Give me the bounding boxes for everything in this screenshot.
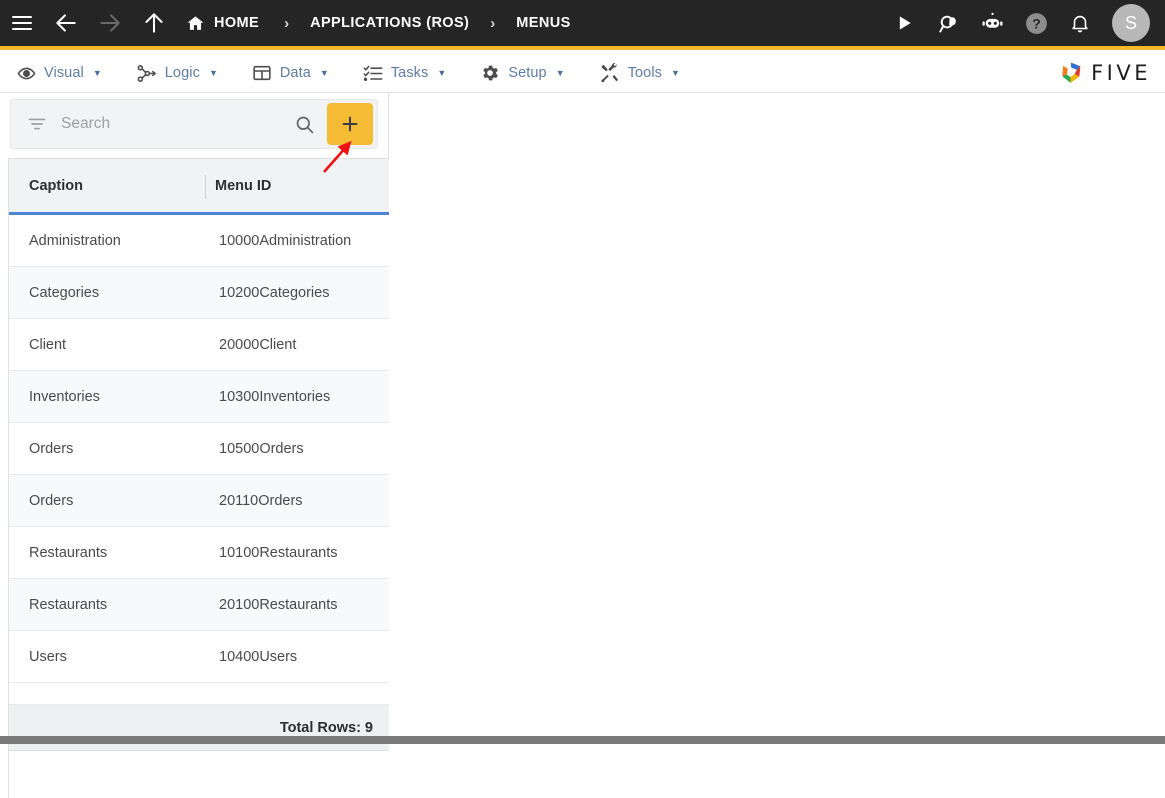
forward-arrow-icon[interactable] — [88, 0, 132, 48]
menus-table: Caption Menu ID Administration10000Admin… — [8, 158, 389, 798]
cell-caption: Client — [9, 337, 219, 353]
table-row[interactable]: Administration10000Administration — [9, 215, 389, 267]
cell-menu-id: 20000Client — [219, 337, 296, 353]
menus-list-panel: Caption Menu ID Administration10000Admin… — [0, 94, 389, 744]
hamburger-menu-icon[interactable] — [0, 0, 44, 48]
cell-menu-id: 10000Administration — [219, 233, 351, 249]
table-row[interactable]: Categories10200Categories — [9, 267, 389, 319]
search-icon[interactable] — [294, 114, 315, 135]
assistant-bot-icon[interactable] — [970, 0, 1014, 48]
table-row[interactable]: Inventories10300Inventories — [9, 371, 389, 423]
up-arrow-icon[interactable] — [132, 0, 176, 48]
brand-name: FIVE — [1091, 61, 1151, 85]
table-empty-space — [9, 683, 389, 705]
menu-item-data-label: Data — [280, 65, 311, 81]
cell-caption: Orders — [9, 441, 219, 457]
table-grid-icon — [252, 63, 272, 83]
menu-item-tasks[interactable]: Tasks ▼ — [346, 54, 464, 93]
cell-caption: Restaurants — [9, 545, 219, 561]
application-menu-bar: Visual ▼ Logic ▼ Data ▼ — [0, 54, 1165, 93]
breadcrumb-separator-1: › — [263, 15, 310, 32]
menu-item-setup[interactable]: Setup ▼ — [463, 54, 581, 93]
cell-caption: Inventories — [9, 389, 219, 405]
breadcrumb-separator-2: › — [469, 15, 516, 32]
tools-icon — [599, 63, 620, 84]
menu-item-tasks-label: Tasks — [391, 65, 429, 81]
top-navigation-bar: HOME › APPLICATIONS (ROS) › MENUS — [0, 0, 1165, 50]
svg-text:?: ? — [1032, 15, 1041, 31]
table-row[interactable]: Orders10500Orders — [9, 423, 389, 475]
cell-caption: Users — [9, 649, 219, 665]
chevron-down-icon: ▼ — [556, 69, 565, 78]
cell-menu-id: 10100Restaurants — [219, 545, 338, 561]
eye-icon — [17, 64, 36, 83]
home-icon — [186, 14, 205, 33]
menu-item-data[interactable]: Data ▼ — [235, 54, 346, 93]
chevron-down-icon: ▼ — [671, 69, 680, 78]
filter-icon[interactable] — [27, 114, 47, 134]
chevron-down-icon: ▼ — [209, 69, 218, 78]
run-icon[interactable] — [882, 0, 926, 48]
column-header-menu-id[interactable]: Menu ID — [199, 178, 271, 194]
cell-caption: Administration — [9, 233, 219, 249]
gear-icon — [480, 63, 500, 83]
breadcrumb-item-home[interactable]: HOME — [176, 0, 263, 48]
table-row[interactable]: Client20000Client — [9, 319, 389, 371]
cell-menu-id: 20100Restaurants — [219, 597, 338, 613]
cell-menu-id: 10300Inventories — [219, 389, 330, 405]
chevron-down-icon: ▼ — [437, 69, 446, 78]
table-row[interactable]: Restaurants20100Restaurants — [9, 579, 389, 631]
cell-menu-id: 20110Orders — [219, 493, 303, 509]
search-chat-icon[interactable] — [926, 0, 970, 48]
menu-item-logic-label: Logic — [165, 65, 200, 81]
help-icon[interactable]: ? — [1014, 0, 1058, 48]
menu-item-tools-label: Tools — [628, 65, 662, 81]
table-footer: Total Rows: 9 — [9, 705, 389, 751]
five-pinwheel-logo-icon — [1058, 60, 1084, 86]
brand-logo: FIVE — [1058, 60, 1165, 86]
table-row[interactable]: Restaurants10100Restaurants — [9, 527, 389, 579]
menu-item-visual[interactable]: Visual ▼ — [0, 54, 119, 93]
horizontal-scrollbar-thumb[interactable] — [0, 736, 1165, 744]
menu-item-visual-label: Visual — [44, 65, 84, 81]
chevron-down-icon: ▼ — [93, 69, 102, 78]
notifications-bell-icon[interactable] — [1058, 0, 1102, 48]
column-divider[interactable] — [205, 175, 206, 199]
cell-caption: Restaurants — [9, 597, 219, 613]
search-bar[interactable] — [10, 99, 378, 149]
breadcrumb-item-menus[interactable]: MENUS — [516, 15, 570, 31]
top-bar-actions: ? S — [882, 0, 1165, 48]
table-row[interactable]: Users10400Users — [9, 631, 389, 683]
cell-menu-id: 10200Categories — [219, 285, 329, 301]
column-header-caption[interactable]: Caption — [9, 178, 199, 194]
back-arrow-icon[interactable] — [44, 0, 88, 48]
breadcrumb-item-applications[interactable]: APPLICATIONS (ROS) — [310, 15, 469, 31]
cell-caption: Categories — [9, 285, 219, 301]
breadcrumb-home-label: HOME — [214, 15, 259, 31]
avatar-initial: S — [1125, 13, 1137, 34]
horizontal-scrollbar[interactable] — [0, 736, 1165, 744]
total-rows-label: Total Rows: 9 — [280, 720, 373, 736]
table-row[interactable]: Orders20110Orders — [9, 475, 389, 527]
table-body: Administration10000AdministrationCategor… — [9, 215, 389, 683]
search-input[interactable] — [61, 115, 294, 133]
checklist-icon — [363, 63, 383, 83]
cell-caption: Orders — [9, 493, 219, 509]
table-header-row: Caption Menu ID — [9, 159, 389, 215]
user-avatar[interactable]: S — [1112, 4, 1150, 42]
add-menu-button[interactable] — [327, 103, 373, 145]
menu-item-tools[interactable]: Tools ▼ — [582, 54, 697, 93]
cell-menu-id: 10500Orders — [219, 441, 304, 457]
chevron-down-icon: ▼ — [320, 69, 329, 78]
logic-nodes-icon — [136, 63, 157, 84]
menu-item-logic[interactable]: Logic ▼ — [119, 54, 235, 93]
cell-menu-id: 10400Users — [219, 649, 297, 665]
menu-item-setup-label: Setup — [508, 65, 546, 81]
